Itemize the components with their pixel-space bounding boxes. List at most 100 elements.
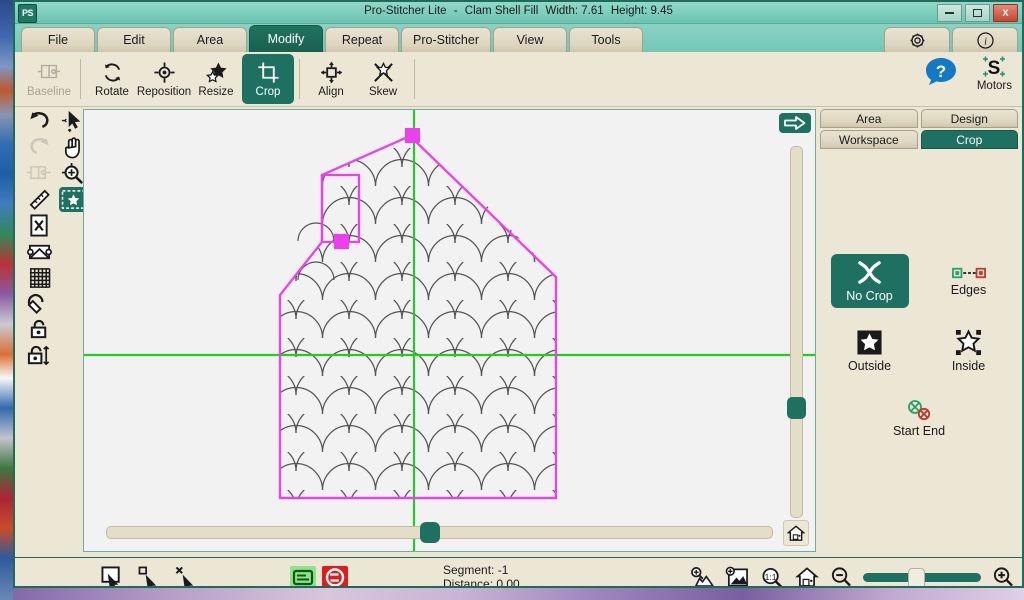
crop-option-start-end[interactable]: Start End xyxy=(880,394,958,443)
tab-modify[interactable]: Modify xyxy=(249,25,323,52)
right-tab-area[interactable]: Area xyxy=(820,109,918,128)
zoom-home-icon[interactable] xyxy=(795,566,819,589)
ribbon-align-button[interactable]: Align xyxy=(305,54,357,104)
motors-button[interactable]: S Motors xyxy=(977,54,1012,92)
deselect-cursor-icon[interactable] xyxy=(175,566,198,588)
tab-view[interactable]: View xyxy=(493,27,567,52)
right-tab-design[interactable]: Design xyxy=(921,109,1019,128)
lock-open-icon[interactable] xyxy=(25,317,53,342)
horizontal-scrollbar-thumb[interactable] xyxy=(420,522,440,543)
title-bar: PS Pro-Stitcher Lite - Clam Shell Fill W… xyxy=(15,2,1022,24)
svg-text:1:1: 1:1 xyxy=(765,571,777,581)
zoom-slider[interactable] xyxy=(863,573,981,582)
magnet-snap-icon[interactable] xyxy=(25,291,53,316)
ribbon-resize-button[interactable]: Resize xyxy=(190,54,242,104)
rotate-icon xyxy=(101,60,124,84)
crop-option-outside-label: Outside xyxy=(848,359,891,373)
zoom-one-to-one-icon[interactable]: 1:1 xyxy=(760,566,784,589)
ribbon-baseline-label: Baseline xyxy=(27,86,71,98)
main-body: Area Design Workspace Crop No Crop xyxy=(15,107,1022,557)
grid-icon[interactable] xyxy=(25,265,53,290)
tab-area[interactable]: Area xyxy=(173,27,247,52)
pro-stitcher-window: PS Pro-Stitcher Lite - Clam Shell Fill W… xyxy=(13,0,1024,588)
zoom-in-icon[interactable] xyxy=(992,566,1014,588)
delete-file-icon[interactable] xyxy=(25,213,53,238)
status-zoom-group: 1:1 xyxy=(690,566,1014,589)
right-tab-workspace[interactable]: Workspace xyxy=(820,130,918,149)
help-question-icon: ? xyxy=(923,55,959,91)
horizontal-scrollbar[interactable] xyxy=(106,526,773,539)
vertical-scrollbar[interactable] xyxy=(790,146,803,518)
tab-tools[interactable]: Tools xyxy=(569,27,643,52)
crop-node-chimney xyxy=(334,234,349,249)
status-select-tools xyxy=(101,566,198,588)
tab-edit[interactable]: Edit xyxy=(97,27,171,52)
ribbon-crop-button[interactable]: Crop xyxy=(242,54,294,104)
machine-stop-icon[interactable] xyxy=(322,566,348,589)
redo-icon[interactable] xyxy=(25,135,53,160)
zoom-out-icon[interactable] xyxy=(830,566,852,588)
crop-option-edges-label: Edges xyxy=(951,283,986,297)
select-rect-cursor-icon[interactable] xyxy=(101,566,124,588)
baseline-rail-icon[interactable] xyxy=(25,161,53,186)
ribbon-toolbar: Baseline Rotate Reposition xyxy=(15,52,1022,107)
machine-idle-icon[interactable] xyxy=(290,566,316,589)
ribbon-reposition-button[interactable]: Reposition xyxy=(138,54,190,104)
minimize-icon xyxy=(945,12,954,14)
canvas-home-button[interactable] xyxy=(783,520,809,546)
svg-text:i: i xyxy=(984,36,987,47)
window-title: Pro-Stitcher Lite - Clam Shell Fill Widt… xyxy=(15,5,1022,17)
motors-icon: S xyxy=(979,54,1009,80)
crop-options-grid: No Crop xyxy=(820,254,1018,443)
lock-aspect-icon[interactable] xyxy=(25,343,53,368)
info-button[interactable]: i xyxy=(952,27,1018,52)
resize-star-icon xyxy=(204,60,229,84)
tab-repeat[interactable]: Repeat xyxy=(325,27,399,52)
design-canvas[interactable] xyxy=(83,109,816,552)
start-end-icon xyxy=(905,399,933,421)
left-rail-column-1 xyxy=(25,109,53,369)
tab-pro-stitcher[interactable]: Pro-Stitcher xyxy=(401,27,491,52)
ruler-measure-icon[interactable] xyxy=(25,187,53,212)
align-icon xyxy=(320,60,343,84)
node-edit-icon[interactable] xyxy=(25,239,53,264)
svg-text:S: S xyxy=(988,58,1001,79)
crop-option-edges[interactable]: Edges xyxy=(930,254,1008,308)
ribbon-baseline-button[interactable]: Baseline xyxy=(23,54,75,104)
expand-panel-arrow-button[interactable] xyxy=(779,113,811,133)
crop-option-no-crop[interactable]: No Crop xyxy=(831,254,909,308)
zoom-fit-icon[interactable] xyxy=(725,566,749,589)
crop-option-outside[interactable]: Outside xyxy=(831,324,909,378)
ribbon-skew-button[interactable]: Skew xyxy=(357,54,409,104)
menu-tab-bar: File Edit Area Modify Repeat Pro-Stitche… xyxy=(15,24,1022,52)
crop-option-inside[interactable]: Inside xyxy=(930,324,1008,378)
minimize-button[interactable] xyxy=(937,4,962,22)
title-design-name: Clam Shell Fill xyxy=(465,5,539,17)
right-tab-crop[interactable]: Crop xyxy=(921,130,1019,149)
status-readouts: Segment: -1 Distance: 0.00 xyxy=(443,563,520,588)
arrow-right-icon xyxy=(784,116,806,130)
settings-button[interactable] xyxy=(884,27,950,52)
zoom-slider-thumb[interactable] xyxy=(908,568,925,589)
crop-row-3: Start End xyxy=(820,394,1018,443)
close-button[interactable]: X xyxy=(993,4,1018,22)
undo-icon[interactable] xyxy=(25,109,53,134)
crop-option-inside-label: Inside xyxy=(952,359,985,373)
ribbon-align-label: Align xyxy=(318,86,344,98)
ribbon-divider-2 xyxy=(299,59,300,99)
select-point-cursor-icon[interactable] xyxy=(138,566,161,588)
help-button[interactable]: ? xyxy=(923,55,959,91)
vertical-scrollbar-thumb[interactable] xyxy=(787,397,806,419)
ribbon-rotate-button[interactable]: Rotate xyxy=(86,54,138,104)
ribbon-reposition-label: Reposition xyxy=(137,86,191,98)
ribbon-crop-label: Crop xyxy=(256,86,281,98)
tab-file[interactable]: File xyxy=(21,27,95,52)
info-icon: i xyxy=(976,31,995,50)
crop-icon xyxy=(257,60,280,84)
zoom-selection-icon[interactable] xyxy=(690,566,714,589)
maximize-button[interactable] xyxy=(965,4,990,22)
status-machine-toggles xyxy=(290,566,348,589)
reposition-icon xyxy=(153,60,176,84)
ribbon-skew-label: Skew xyxy=(369,86,397,98)
right-panel-tabs-row-2: Workspace Crop xyxy=(816,130,1022,149)
